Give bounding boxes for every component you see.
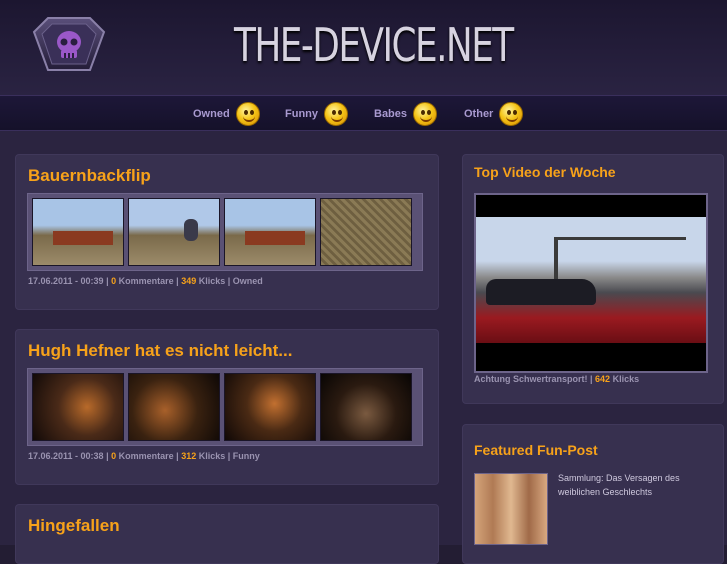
click-label: Klicks	[612, 374, 640, 384]
featured-panel: Featured Fun-Post Sammlung: Das Versagen…	[462, 424, 724, 564]
post-meta: 17.06.2011 - 00:39 | 0 Kommentare | 349 …	[28, 276, 263, 286]
main-content: Bauernbackflip 17.06.2011 - 00:39 | 0 Ko…	[0, 131, 727, 564]
post-card: Hugh Hefner hat es nicht leicht... 17.06…	[15, 329, 439, 485]
nav-item-other[interactable]: Other	[464, 101, 524, 127]
thumbnail-image[interactable]	[32, 373, 124, 441]
video-frame	[476, 217, 706, 343]
featured-text[interactable]: Sammlung: Das Versagen des weiblichen Ge…	[558, 471, 698, 499]
nav-item-label: Other	[464, 108, 494, 120]
site-title[interactable]: THE-DEVICE.NET	[234, 18, 514, 72]
category-nav: Owned Funny Babes Other	[0, 95, 727, 131]
smiley-grin-icon	[324, 102, 348, 126]
post-title[interactable]: Hugh Hefner hat es nicht leicht...	[28, 341, 292, 361]
thumbnail-image[interactable]	[320, 373, 412, 441]
thumbnail-image[interactable]	[128, 198, 220, 266]
nav-item-label: Funny	[285, 108, 318, 120]
post-thumbnails[interactable]	[27, 368, 423, 446]
click-count: 312	[181, 451, 197, 461]
featured-thumbnail[interactable]	[474, 473, 548, 545]
post-card: Hingefallen	[15, 504, 439, 564]
car-shape	[486, 279, 596, 305]
traffic-bar	[556, 237, 686, 240]
comment-count[interactable]: 0	[111, 451, 116, 461]
thumbnail-image[interactable]	[32, 198, 124, 266]
video-caption[interactable]: Achtung Schwertransport!	[474, 374, 588, 384]
thumbnail-image[interactable]	[224, 198, 316, 266]
post-thumbnails[interactable]	[27, 193, 423, 271]
smiley-wink-icon	[499, 102, 524, 126]
post-title[interactable]: Hingefallen	[28, 516, 120, 536]
click-count: 349	[181, 276, 197, 286]
click-count: 642	[595, 374, 611, 384]
comment-label[interactable]: Kommentare	[119, 276, 174, 286]
thumbnail-image[interactable]	[320, 198, 412, 266]
top-video-panel: Top Video der Woche Achtung Schwertransp…	[462, 154, 724, 404]
post-card: Bauernbackflip 17.06.2011 - 00:39 | 0 Ko…	[15, 154, 439, 310]
top-video-thumbnail[interactable]	[474, 193, 708, 373]
smiley-blush-icon	[235, 102, 260, 126]
panel-heading: Featured Fun-Post	[474, 442, 598, 458]
post-meta: 17.06.2011 - 00:38 | 0 Kommentare | 312 …	[28, 451, 260, 461]
nav-item-owned[interactable]: Owned	[193, 101, 260, 127]
post-category[interactable]: Owned	[233, 276, 263, 286]
thumbnail-image[interactable]	[224, 373, 316, 441]
comment-count[interactable]: 0	[111, 276, 116, 286]
nav-item-label: Babes	[374, 108, 408, 120]
nav-item-babes[interactable]: Babes	[374, 101, 438, 127]
panel-heading: Top Video der Woche	[474, 164, 616, 180]
click-label: Klicks	[198, 276, 226, 286]
smiley-love-icon	[413, 102, 438, 126]
post-category[interactable]: Funny	[233, 451, 260, 461]
post-date: 17.06.2011 - 00:38	[28, 451, 104, 461]
nav-item-funny[interactable]: Funny	[285, 101, 348, 127]
video-meta: Achtung Schwertransport! | 642 Klicks	[474, 374, 640, 384]
post-title[interactable]: Bauernbackflip	[28, 166, 151, 186]
site-header: THE-DEVICE.NET	[0, 0, 727, 95]
thumbnail-image[interactable]	[128, 373, 220, 441]
comment-label[interactable]: Kommentare	[119, 451, 174, 461]
post-date: 17.06.2011 - 00:39	[28, 276, 104, 286]
click-label: Klicks	[198, 451, 226, 461]
skull-shield-icon[interactable]	[30, 12, 108, 76]
nav-item-label: Owned	[193, 108, 230, 120]
